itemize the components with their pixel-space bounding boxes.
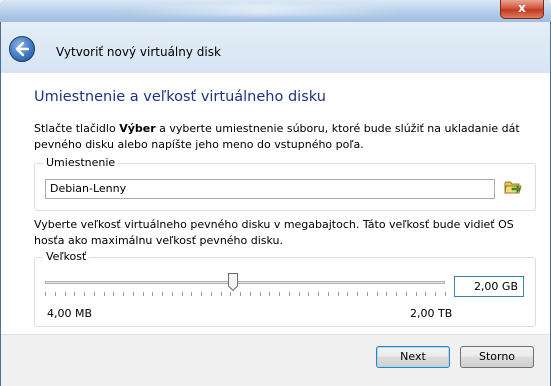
slider-tick [133,292,134,296]
slider-tick [289,292,290,296]
slider-tick [357,292,358,296]
wizard-header: Vytvoriť nový virtuálny disk [1,22,550,73]
slider-tick [172,292,173,296]
slider-tick [45,292,46,296]
slider-tick [386,292,387,296]
size-slider-thumb[interactable] [228,273,238,292]
slider-tick [221,292,222,296]
close-button[interactable]: x [500,0,544,19]
slider-tick [318,292,319,296]
size-description: Vyberte veľkosť virtuálneho pevného disk… [34,218,514,247]
slider-tick [191,292,192,296]
slider-tick [113,292,114,296]
slider-tick [435,292,436,296]
slider-tick [308,292,309,296]
slider-tick [328,292,329,296]
slider-tick [260,292,261,296]
size-group-label: Veľkosť [43,250,90,263]
slider-tick [55,292,56,296]
slider-tick [367,292,368,296]
slider-tick [230,292,231,296]
wizard-footer: Next Storno [1,334,550,386]
slider-tick [182,292,183,296]
slider-tick [94,292,95,296]
back-arrow-icon [15,41,30,57]
back-button[interactable] [9,36,35,62]
location-input[interactable]: Debian-Lenny [45,179,495,199]
folder-browse-icon[interactable] [503,177,523,197]
slider-tick [152,292,153,296]
title-bar-blur [120,4,400,16]
slider-tick [396,292,397,296]
size-slider-ticks [45,292,446,298]
slider-tick [416,292,417,296]
slider-tick [211,292,212,296]
slider-tick [299,292,300,296]
slider-tick [406,292,407,296]
slider-tick [347,292,348,296]
size-min-label: 4,00 MB [47,307,93,320]
size-slider-track[interactable] [45,281,445,284]
slider-tick [162,292,163,296]
cancel-button[interactable]: Storno [460,346,534,368]
page-title: Umiestnenie a veľkosť virtuálneho disku [34,89,326,105]
size-input[interactable]: 2,00 GB [454,276,524,297]
slider-tick [338,292,339,296]
intro-text: Stlačte tlačidlo Výber a vyberte umiestn… [34,121,534,153]
slider-tick [250,292,251,296]
location-group-label: Umiestnenie [43,156,119,169]
slider-tick [143,292,144,296]
slider-tick [84,292,85,296]
next-button[interactable]: Next [376,346,450,368]
slider-tick [377,292,378,296]
title-bar: x [0,0,551,22]
slider-tick [65,292,66,296]
next-button-label: Next [400,350,426,363]
wizard-content: Umiestnenie a veľkosť virtuálneho disku … [1,73,550,334]
intro-text-bold: Výber [119,122,156,135]
slider-tick [74,292,75,296]
slider-tick [123,292,124,296]
slider-tick [104,292,105,296]
slider-tick [425,292,426,296]
slider-tick [240,292,241,296]
slider-tick [279,292,280,296]
cancel-button-label: Storno [478,350,516,363]
slider-tick [201,292,202,296]
wizard-title: Vytvoriť nový virtuálny disk [56,45,221,59]
slider-tick [269,292,270,296]
slider-tick [445,292,446,296]
size-max-label: 2,00 TB [410,307,453,320]
intro-text-pre: Stlačte tlačidlo [34,122,120,135]
